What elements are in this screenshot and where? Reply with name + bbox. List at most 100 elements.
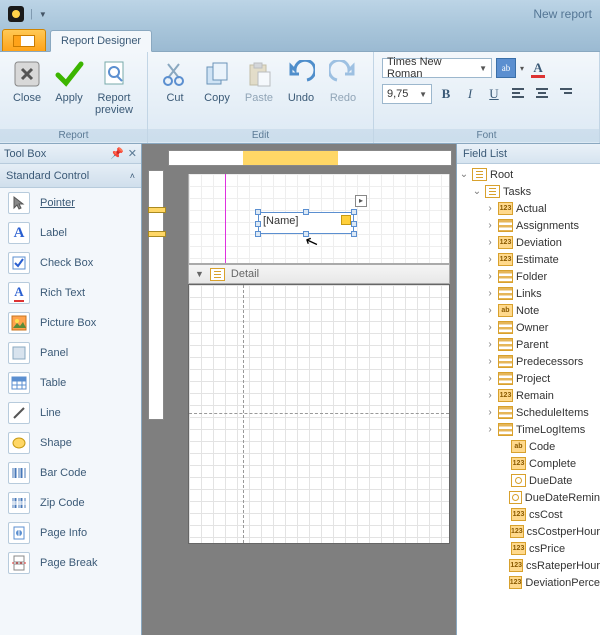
field-icon: 123 [511, 457, 526, 470]
tool-item-label[interactable]: ALabel [0, 218, 141, 248]
apply-button[interactable]: Apply [48, 56, 90, 106]
tree-row[interactable]: ⌄Tasks [459, 183, 600, 200]
expand-icon[interactable]: › [485, 373, 495, 384]
tree-row[interactable]: ›Parent [459, 336, 600, 353]
align-center-button[interactable] [532, 84, 552, 104]
vertical-ruler[interactable] [148, 170, 164, 420]
detail-band-body[interactable] [188, 284, 450, 544]
tree-row[interactable]: ›ScheduleItems [459, 404, 600, 421]
horizontal-ruler[interactable] [168, 150, 452, 166]
tree-row[interactable]: DueDateRemin [459, 489, 600, 506]
font-name-combo[interactable]: Times New Roman▼ [382, 58, 492, 78]
tool-item-rich-text[interactable]: ARich Text [0, 278, 141, 308]
expand-icon[interactable]: › [485, 356, 495, 367]
collapse-icon[interactable]: ▼ [195, 269, 204, 279]
tree-row[interactable]: 123Complete [459, 455, 600, 472]
preview-button[interactable]: Report preview [90, 56, 138, 118]
undo-button[interactable]: Undo [280, 56, 322, 106]
highlight-button[interactable]: ab [496, 58, 516, 78]
expand-icon[interactable]: › [485, 288, 495, 299]
tab-report-designer[interactable]: Report Designer [50, 30, 152, 52]
tool-item-picture-box[interactable]: Picture Box [0, 308, 141, 338]
shape-icon [8, 432, 30, 454]
tree-row[interactable]: 123DeviationPerce [459, 574, 600, 591]
chevron-down-icon: ▼ [419, 90, 427, 99]
design-surface[interactable]: [Name] ▸ ▼ Detail ↖ [142, 144, 456, 635]
tool-item-check-box[interactable]: Check Box [0, 248, 141, 278]
tool-item-table[interactable]: Table [0, 368, 141, 398]
align-left-button[interactable] [508, 84, 528, 104]
collapse-icon[interactable]: ⌄ [472, 186, 482, 197]
field-icon [472, 168, 487, 181]
expand-icon[interactable]: › [485, 220, 495, 231]
label-icon: A [8, 222, 30, 244]
expand-icon[interactable]: › [485, 271, 495, 282]
tree-row[interactable]: ›abNote [459, 302, 600, 319]
expand-icon[interactable]: › [485, 407, 495, 418]
tree-row[interactable]: 123csCost [459, 506, 600, 523]
tree-row[interactable]: ›Owner [459, 319, 600, 336]
field-icon: 123 [510, 525, 524, 538]
tool-item-page-info[interactable]: iPage Info [0, 518, 141, 548]
ribbon-group-edit: Edit [148, 129, 373, 142]
copy-icon [201, 58, 233, 90]
paste-button[interactable]: Paste [238, 56, 280, 106]
tree-row[interactable]: ›Assignments [459, 217, 600, 234]
tree-row[interactable]: ›Links [459, 285, 600, 302]
tool-item-page-break[interactable]: Page Break [0, 548, 141, 578]
field-icon [511, 474, 526, 487]
expand-icon[interactable]: › [485, 390, 495, 401]
tool-item-pointer[interactable]: Pointer [0, 188, 141, 218]
copy-button[interactable]: Copy [196, 56, 238, 106]
close-icon [11, 58, 43, 90]
line-icon [8, 402, 30, 424]
underline-button[interactable]: U [484, 84, 504, 104]
redo-button[interactable]: Redo [322, 56, 364, 106]
expand-icon[interactable]: › [485, 322, 495, 333]
dropdown-arrow-hl[interactable]: ▾ [520, 64, 524, 73]
qat-dropdown-icon[interactable]: ▼ [39, 10, 47, 19]
tree-row[interactable]: DueDate [459, 472, 600, 489]
file-tab[interactable] [2, 29, 46, 51]
tree-row[interactable]: ⌄Root [459, 166, 600, 183]
font-size-combo[interactable]: 9,75▼ [382, 84, 432, 104]
tree-row[interactable]: ›123Estimate [459, 251, 600, 268]
tool-item-panel[interactable]: Panel [0, 338, 141, 368]
selected-label-control[interactable]: [Name] ▸ [258, 212, 354, 234]
close-pane-icon[interactable]: ✕ [128, 147, 137, 160]
bold-button[interactable]: B [436, 84, 456, 104]
font-color-button[interactable]: A [528, 58, 548, 78]
tree-row[interactable]: abCode [459, 438, 600, 455]
expand-icon[interactable]: › [485, 254, 495, 265]
toolbox-category[interactable]: Standard Control ˄ [0, 164, 141, 188]
app-icon[interactable] [8, 6, 24, 22]
tool-item-shape[interactable]: Shape [0, 428, 141, 458]
detail-band-header[interactable]: ▼ Detail [188, 264, 450, 284]
align-right-button[interactable] [556, 84, 576, 104]
expand-icon[interactable]: › [485, 237, 495, 248]
tool-item-line[interactable]: Line [0, 398, 141, 428]
tree-row[interactable]: ›123Remain [459, 387, 600, 404]
tree-row[interactable]: 123csPrice [459, 540, 600, 557]
tree-row[interactable]: ›TimeLogItems [459, 421, 600, 438]
italic-button[interactable]: I [460, 84, 480, 104]
collapse-icon[interactable]: ⌄ [459, 169, 469, 180]
tree-row[interactable]: 123csRateperHour [459, 557, 600, 574]
expand-icon[interactable]: › [485, 305, 495, 316]
tree-row[interactable]: ›123Actual [459, 200, 600, 217]
pin-icon[interactable]: 📌 [110, 147, 124, 160]
tree-row[interactable]: ›Folder [459, 268, 600, 285]
expand-icon[interactable]: › [485, 339, 495, 350]
expand-icon[interactable]: › [485, 424, 495, 435]
tool-item-bar-code[interactable]: Bar Code [0, 458, 141, 488]
tree-row[interactable]: 123csCostperHour [459, 523, 600, 540]
expand-icon[interactable]: › [485, 203, 495, 214]
tree-row[interactable]: ›Predecessors [459, 353, 600, 370]
close-button[interactable]: Close [6, 56, 48, 106]
tool-item-zip-code[interactable]: Zip Code [0, 488, 141, 518]
cut-button[interactable]: Cut [154, 56, 196, 106]
tree-row[interactable]: ›Project [459, 370, 600, 387]
paste-icon [243, 58, 275, 90]
smart-tag-icon[interactable]: ▸ [355, 195, 367, 207]
tree-row[interactable]: ›123Deviation [459, 234, 600, 251]
